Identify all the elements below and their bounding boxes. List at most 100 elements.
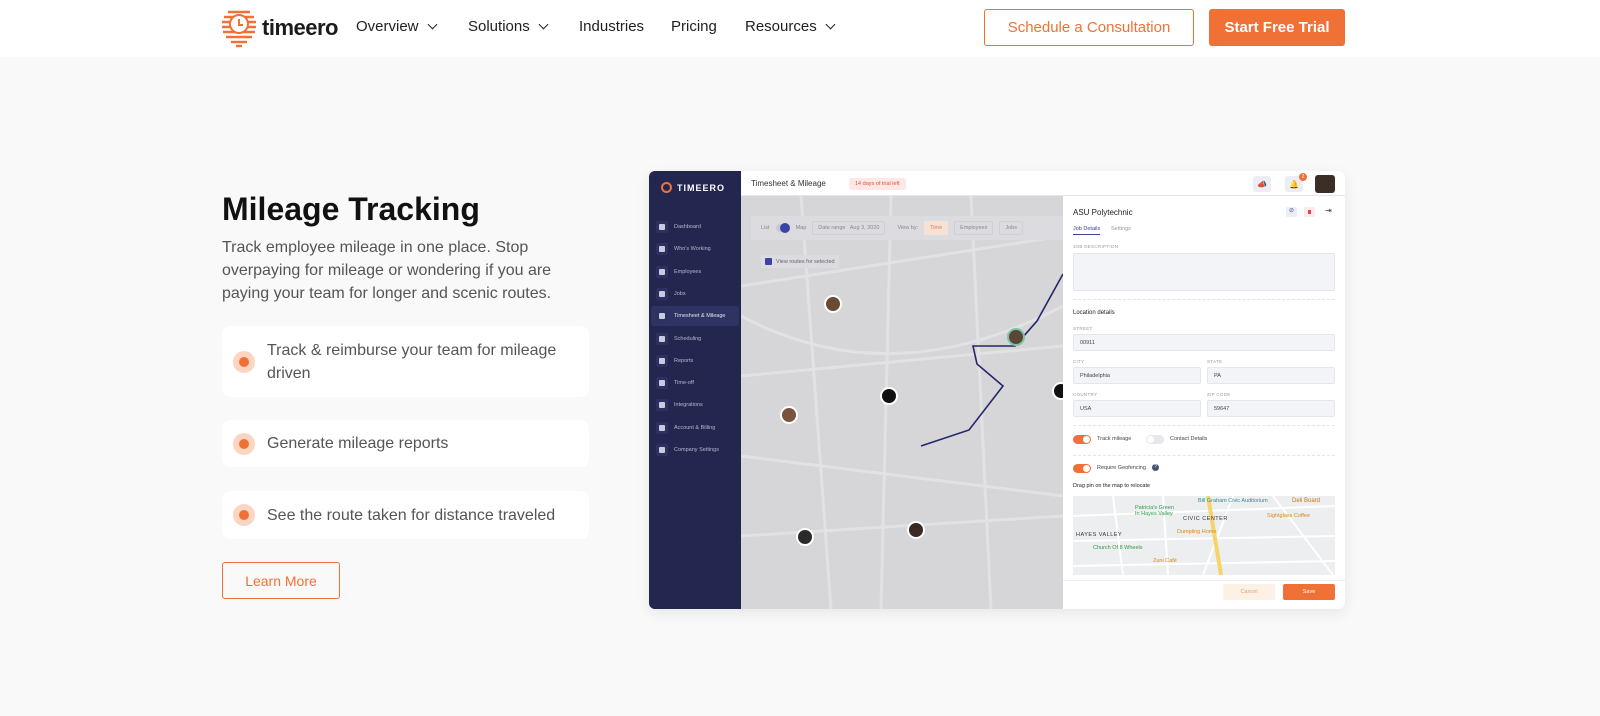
view-routes-checkbox[interactable]: View routes for selected (761, 255, 839, 268)
sidebar-item-label: Timesheet & Mileage (674, 313, 726, 320)
country-label: COUNTRY (1073, 392, 1098, 397)
employee-pin (824, 295, 842, 313)
sidebar-item-label: Jobs (674, 290, 686, 297)
street-label: STREET (1073, 326, 1093, 331)
view-routes-label: View routes for selected (776, 258, 835, 265)
track-mileage-toggle[interactable] (1073, 435, 1091, 444)
nav-resources[interactable]: Resources (745, 18, 836, 35)
bullet-icon (233, 432, 255, 455)
avatar[interactable] (1315, 175, 1335, 193)
nav-industries[interactable]: Industries (579, 18, 644, 35)
sidebar-item-jobs[interactable]: Jobs (651, 284, 739, 304)
state-input[interactable]: PA (1207, 367, 1335, 384)
app-topbar: Timesheet & Mileage 14 days of trial lef… (741, 171, 1345, 196)
sidebar-item-label: Account & Billing (674, 424, 716, 431)
sidebar-item-label: Scheduling (674, 335, 702, 342)
nav-overview[interactable]: Overview (356, 18, 437, 35)
sidebar-item-label: Who's Working (674, 246, 711, 253)
list-label: List (761, 225, 770, 231)
sidebar-icon (656, 332, 668, 345)
view-jobs-tab[interactable]: Jobs (999, 221, 1023, 235)
location-map[interactable]: Bill Graham Civic Auditorium Patricia's … (1073, 496, 1335, 575)
sidebar-item-label: Time-off (674, 380, 694, 387)
sidebar-item-time-off[interactable]: Time-off (651, 373, 739, 393)
sidebar-item-scheduling[interactable]: Scheduling (651, 329, 739, 349)
sidebar-icon (656, 265, 668, 278)
delete-icon[interactable] (1304, 207, 1315, 217)
geofencing-toggle[interactable] (1073, 464, 1091, 473)
location-heading: Location details (1073, 310, 1115, 316)
employee-pin (907, 521, 925, 539)
sidebar-item-account-billing[interactable]: Account & Billing (651, 418, 739, 438)
sidebar-icon (656, 421, 668, 434)
sidebar-item-dashboard[interactable]: Dashboard (651, 217, 739, 237)
hero-description: Track employee mileage in one place. Sto… (222, 239, 552, 302)
start-free-trial-button[interactable]: Start Free Trial (1209, 9, 1345, 46)
employee-pin (796, 528, 814, 546)
date-range-picker[interactable]: Date range Aug 3, 2020 (812, 221, 886, 235)
map-label: Zuni Café (1153, 558, 1177, 564)
sidebar-item-employees[interactable]: Employees (651, 262, 739, 282)
sidebar-icon (656, 354, 668, 367)
city-input[interactable]: Philadelphia (1073, 367, 1201, 384)
sidebar-icon (656, 377, 668, 390)
drag-pin-label: Drag pin on the map to relocate (1073, 483, 1151, 489)
schedule-consultation-button[interactable]: Schedule a Consultation (984, 9, 1194, 46)
sidebar-item-integrations[interactable]: Integrations (651, 395, 739, 415)
footer-divider (1063, 580, 1345, 581)
sidebar-item-label: Employees (674, 268, 702, 275)
city-label: CITY (1073, 359, 1085, 364)
learn-more-button[interactable]: Learn More (222, 562, 340, 599)
job-description-input[interactable] (1073, 253, 1335, 291)
state-label: STATE (1207, 359, 1223, 364)
sidebar-item-label: Dashboard (674, 224, 701, 230)
zip-input[interactable]: 59647 (1207, 400, 1335, 417)
street-input[interactable]: 00911 (1073, 334, 1335, 351)
map-label: Bill Graham Civic Auditorium (1198, 498, 1268, 504)
country-input[interactable]: USA (1073, 400, 1201, 417)
nav-solutions[interactable]: Solutions (468, 18, 549, 35)
map-label: Patricia's Green In Hayes Valley (1135, 505, 1174, 517)
job-details-panel: ASU Polytechnic ⊘ ⇥ Job Details Settings… (1063, 196, 1345, 609)
nav-pricing[interactable]: Pricing (671, 18, 717, 35)
save-button[interactable]: Save (1283, 584, 1335, 600)
list-map-toggle[interactable] (775, 223, 790, 233)
employee-pin (1007, 328, 1025, 346)
sidebar-icon (656, 287, 668, 300)
nav-label: Overview (356, 18, 419, 35)
help-icon[interactable]: ? (1152, 464, 1159, 471)
tab-job-details[interactable]: Job Details (1073, 226, 1101, 235)
feature-card: Track & reimburse your team for mileage … (222, 326, 589, 397)
date-range-label: Date range (818, 225, 846, 231)
sidebar-item-who-s-working[interactable]: Who's Working (651, 239, 739, 259)
map-filters: List Map Date range Aug 3, 2020 View by:… (751, 216, 1063, 240)
map-label: HAYES VALLEY (1076, 532, 1123, 538)
divider (1073, 455, 1335, 456)
archive-icon[interactable]: ⊘ (1286, 207, 1297, 217)
contact-details-toggle[interactable] (1146, 435, 1164, 444)
megaphone-icon[interactable]: 📣 (1253, 176, 1271, 192)
view-time-tab[interactable]: Time (924, 221, 949, 235)
divider (1073, 299, 1335, 300)
geofencing-label: Require Geofencing (1097, 465, 1146, 471)
sidebar-item-timesheet-mileage[interactable]: Timesheet & Mileage (651, 306, 739, 327)
view-employees-tab[interactable]: Employees (954, 221, 994, 235)
sidebar-item-company-settings[interactable]: Company Settings (651, 440, 739, 460)
app-sidebar: TIMEERO Dashboard Who's Working Employees J… (649, 171, 741, 609)
app-logo: TIMEERO (661, 182, 725, 193)
cancel-button[interactable]: Cancel (1223, 584, 1275, 600)
nav-label: Solutions (468, 18, 530, 35)
collapse-panel-icon[interactable]: ⇥ (1325, 206, 1332, 215)
tab-settings[interactable]: Settings (1111, 226, 1131, 232)
sidebar-icon (656, 399, 668, 412)
logo[interactable]: timeero (222, 8, 338, 48)
route-line (920, 273, 1063, 447)
app-page-title: Timesheet & Mileage (751, 179, 826, 188)
feature-text: Track & reimburse your team for mileage … (267, 341, 557, 382)
map-view[interactable]: List Map Date range Aug 3, 2020 View by:… (741, 196, 1063, 609)
chevron-down-icon (825, 19, 836, 30)
track-mileage-label: Track mileage (1097, 436, 1132, 442)
sidebar-item-reports[interactable]: Reports (651, 351, 739, 371)
brand-name: timeero (262, 15, 338, 40)
map-label: Church Of 8 Wheels (1093, 545, 1143, 551)
